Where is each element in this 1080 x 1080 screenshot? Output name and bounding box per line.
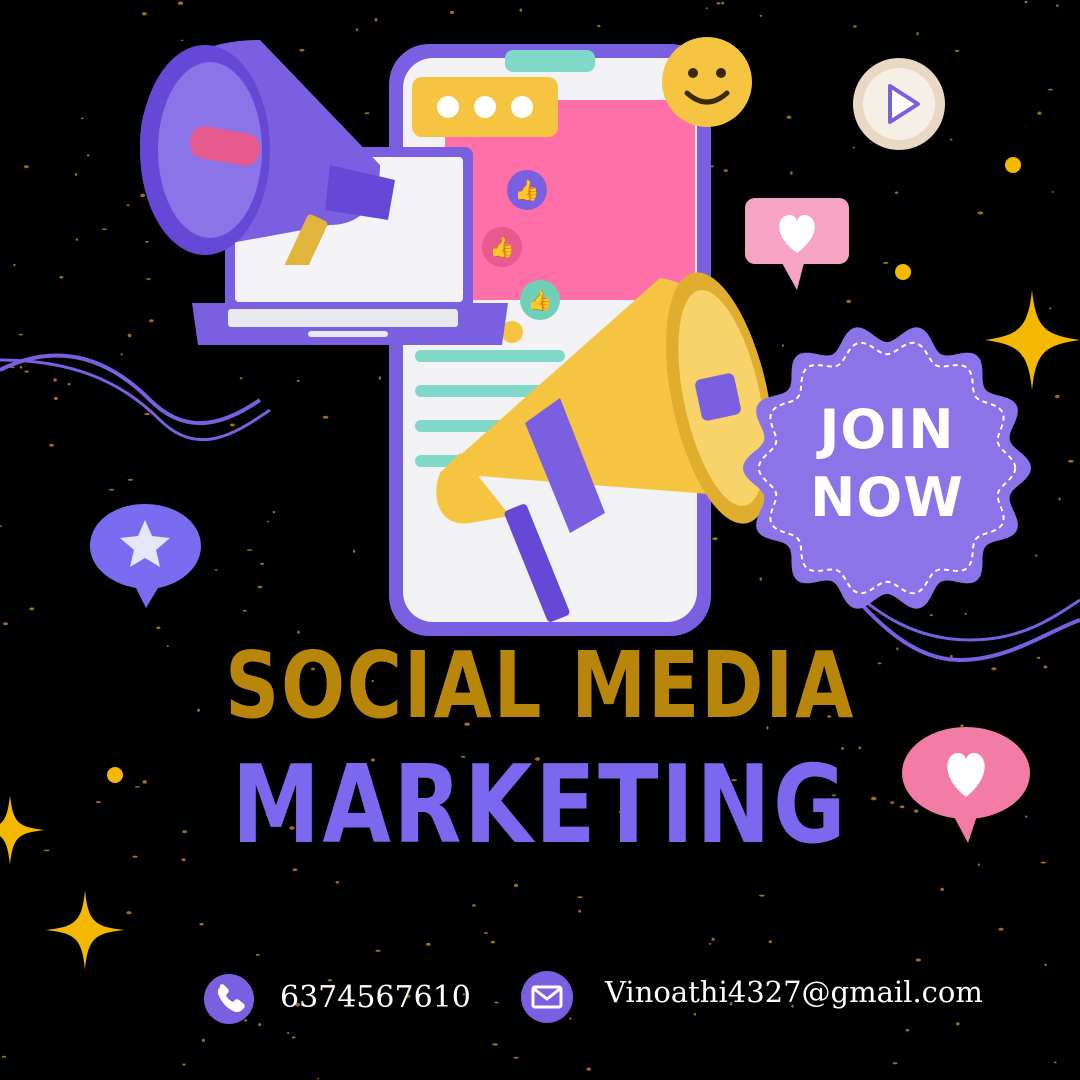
sparkle-icon [0, 795, 45, 865]
megaphone-icon [140, 40, 395, 265]
sparkle-icon [45, 890, 125, 970]
mail-icon[interactable] [520, 970, 574, 1024]
title-line2: MARKETING [231, 743, 849, 868]
megaphone-icon [436, 272, 774, 622]
play-icon [853, 58, 945, 150]
smiley-icon [662, 37, 752, 127]
email-address[interactable]: Vinoathi4327@gmail.com [605, 975, 983, 1009]
thumbs-up-icon: 👍 [507, 170, 547, 210]
badge-text-line1[interactable]: JOIN [757, 398, 1017, 462]
star-icon [90, 504, 201, 608]
chat-bubble-icon [412, 77, 558, 137]
title-line1: SOCIAL MEDIA [225, 632, 855, 739]
badge-text-line2[interactable]: NOW [757, 466, 1017, 530]
phone-number[interactable]: 6374567610 [280, 980, 471, 1015]
svg-text:👍: 👍 [515, 178, 540, 202]
poster: 👍 👍 👍 JOIN NOW SOCIAL MEDIA MARKETING 63… [0, 0, 1080, 1080]
phone-icon[interactable] [203, 973, 255, 1025]
